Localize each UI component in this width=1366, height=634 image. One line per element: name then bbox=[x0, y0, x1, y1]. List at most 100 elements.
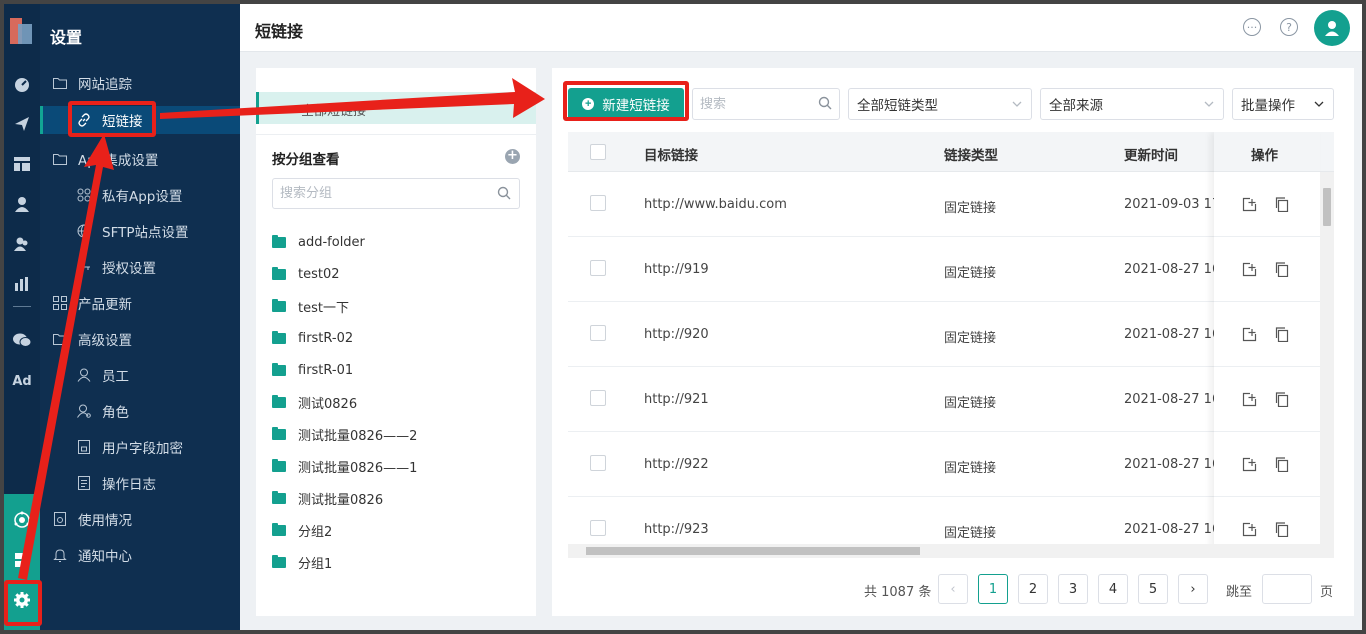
copy-icon[interactable] bbox=[1275, 522, 1289, 537]
table-row[interactable]: http://www.baidu.com 固定链接 2021-09-03 17 bbox=[568, 172, 1320, 237]
sidebar-item-website-tracking[interactable]: 网站追踪 bbox=[52, 71, 132, 95]
folder-icon bbox=[272, 362, 286, 376]
sidebar-item-staff[interactable]: 员工 bbox=[76, 363, 129, 387]
folder-item[interactable]: test一下 bbox=[272, 290, 417, 322]
page-2-button[interactable]: 2 bbox=[1018, 574, 1048, 604]
target-link-cell[interactable]: http://919 bbox=[644, 262, 709, 277]
edit-icon[interactable] bbox=[1242, 392, 1257, 407]
sidebar-item-private-app[interactable]: 私有App设置 bbox=[76, 183, 182, 207]
folder-item[interactable]: test02 bbox=[272, 258, 417, 290]
avatar[interactable] bbox=[1314, 10, 1350, 46]
updated-time-cell: 2021-08-27 16 bbox=[1124, 327, 1221, 342]
contact-icon[interactable] bbox=[4, 192, 40, 216]
all-short-links-item[interactable]: 全部短链接 bbox=[256, 92, 536, 124]
server-icon[interactable] bbox=[4, 548, 40, 572]
wechat-icon[interactable] bbox=[4, 328, 40, 352]
vertical-scrollbar[interactable] bbox=[1320, 172, 1334, 544]
column-updated-time: 更新时间 bbox=[1124, 148, 1178, 164]
row-checkbox[interactable] bbox=[590, 325, 606, 341]
sidebar-item-operation-log[interactable]: 操作日志 bbox=[76, 471, 156, 495]
sidebar-item-role[interactable]: 角色 bbox=[76, 399, 129, 423]
add-group-button[interactable]: + bbox=[505, 149, 520, 164]
group-search-input[interactable] bbox=[273, 179, 483, 208]
sidebar-item-usage[interactable]: 使用情况 bbox=[52, 507, 132, 531]
folder-item[interactable]: firstR-02 bbox=[272, 322, 417, 354]
sidebar-item-field-encryption[interactable]: 用户字段加密 bbox=[76, 435, 183, 459]
select-all-checkbox[interactable] bbox=[590, 144, 606, 160]
row-checkbox[interactable] bbox=[590, 455, 606, 471]
folder-icon bbox=[272, 522, 286, 536]
copy-icon[interactable] bbox=[1275, 327, 1289, 342]
row-checkbox[interactable] bbox=[590, 260, 606, 276]
row-checkbox[interactable] bbox=[590, 195, 606, 211]
sidebar-item-authorization[interactable]: 授权设置 bbox=[76, 255, 156, 279]
edit-icon[interactable] bbox=[1242, 522, 1257, 537]
page-1-button[interactable]: 1 bbox=[978, 574, 1008, 604]
layout-icon[interactable] bbox=[4, 152, 40, 176]
copy-icon[interactable] bbox=[1275, 392, 1289, 407]
send-icon[interactable] bbox=[4, 112, 40, 136]
folder-item[interactable]: add-folder bbox=[272, 226, 417, 258]
sidebar-item-advanced[interactable]: 高级设置 bbox=[52, 327, 132, 351]
page-4-button[interactable]: 4 bbox=[1098, 574, 1128, 604]
table-row[interactable]: http://921 固定链接 2021-08-27 16 bbox=[568, 367, 1320, 432]
target-link-cell[interactable]: http://920 bbox=[644, 327, 709, 342]
page-5-button[interactable]: 5 bbox=[1138, 574, 1168, 604]
dashboard-icon[interactable] bbox=[4, 72, 40, 96]
target-link-cell[interactable]: http://922 bbox=[644, 457, 709, 472]
folder-item[interactable]: 分组1 bbox=[272, 546, 417, 578]
copy-icon[interactable] bbox=[1275, 457, 1289, 472]
horizontal-scroll-thumb[interactable] bbox=[586, 547, 920, 555]
copy-icon[interactable] bbox=[1275, 197, 1289, 212]
source-select[interactable]: 全部来源 bbox=[1040, 88, 1224, 120]
prev-page-button[interactable]: ‹ bbox=[938, 574, 968, 604]
sidebar-item-label: 用户字段加密 bbox=[102, 441, 183, 457]
copy-icon[interactable] bbox=[1275, 262, 1289, 277]
analytics-icon[interactable] bbox=[4, 272, 40, 296]
folder-label: test02 bbox=[298, 266, 340, 282]
sidebar-item-notifications[interactable]: 通知中心 bbox=[52, 543, 132, 567]
target-link-cell[interactable]: http://923 bbox=[644, 522, 709, 537]
edit-icon[interactable] bbox=[1242, 197, 1257, 212]
all-short-links-label: 全部短链接 bbox=[301, 104, 367, 119]
operation-cell bbox=[1214, 302, 1320, 367]
next-page-button[interactable]: › bbox=[1178, 574, 1208, 604]
search-icon[interactable] bbox=[818, 96, 832, 110]
gear-circle-icon[interactable] bbox=[4, 508, 40, 532]
edit-icon[interactable] bbox=[1242, 327, 1257, 342]
page-3-button[interactable]: 3 bbox=[1058, 574, 1088, 604]
annotation-box-settings bbox=[4, 580, 42, 626]
table-row[interactable]: http://919 固定链接 2021-08-27 16 bbox=[568, 237, 1320, 302]
edit-icon[interactable] bbox=[1242, 262, 1257, 277]
folder-item[interactable]: 分组2 bbox=[272, 514, 417, 546]
target-link-cell[interactable]: http://www.baidu.com bbox=[644, 197, 787, 212]
horizontal-scrollbar[interactable] bbox=[568, 544, 1334, 558]
sidebar-item-app-integration[interactable]: App集成设置 bbox=[52, 147, 158, 171]
batch-operation-dropdown[interactable]: 批量操作 bbox=[1232, 88, 1334, 120]
folder-item[interactable]: 测试批量0826 bbox=[272, 482, 417, 514]
vertical-scroll-thumb[interactable] bbox=[1323, 188, 1331, 226]
search-input[interactable] bbox=[693, 89, 808, 119]
row-checkbox[interactable] bbox=[590, 390, 606, 406]
folder-item[interactable]: firstR-01 bbox=[272, 354, 417, 386]
edit-icon[interactable] bbox=[1242, 457, 1257, 472]
table-row[interactable]: http://920 固定链接 2021-08-27 16 bbox=[568, 302, 1320, 367]
sidebar-item-product-updates[interactable]: 产品更新 bbox=[52, 291, 132, 315]
folder-item[interactable]: 测试批量0826——2 bbox=[272, 418, 417, 450]
target-link-cell[interactable]: http://921 bbox=[644, 392, 709, 407]
table-row[interactable]: http://922 固定链接 2021-08-27 16 bbox=[568, 432, 1320, 497]
chat-icon[interactable]: ··· bbox=[1243, 18, 1261, 36]
link-type-select[interactable]: 全部短链类型 bbox=[848, 88, 1032, 120]
sidebar-item-sftp[interactable]: SFTP站点设置 bbox=[76, 219, 188, 243]
folder-item[interactable]: 测试0826 bbox=[272, 386, 417, 418]
row-checkbox[interactable] bbox=[590, 520, 606, 536]
operation-column: 操作 bbox=[1214, 132, 1320, 558]
jump-page-input[interactable] bbox=[1262, 574, 1312, 604]
help-icon[interactable]: ? bbox=[1280, 18, 1298, 36]
folder-item[interactable]: 测试批量0826——1 bbox=[272, 450, 417, 482]
search-icon[interactable] bbox=[497, 186, 511, 200]
column-link-type: 链接类型 bbox=[944, 148, 998, 164]
ad-icon[interactable]: Ad bbox=[4, 369, 40, 393]
link-type-cell: 固定链接 bbox=[944, 266, 997, 281]
users-icon[interactable] bbox=[4, 232, 40, 256]
